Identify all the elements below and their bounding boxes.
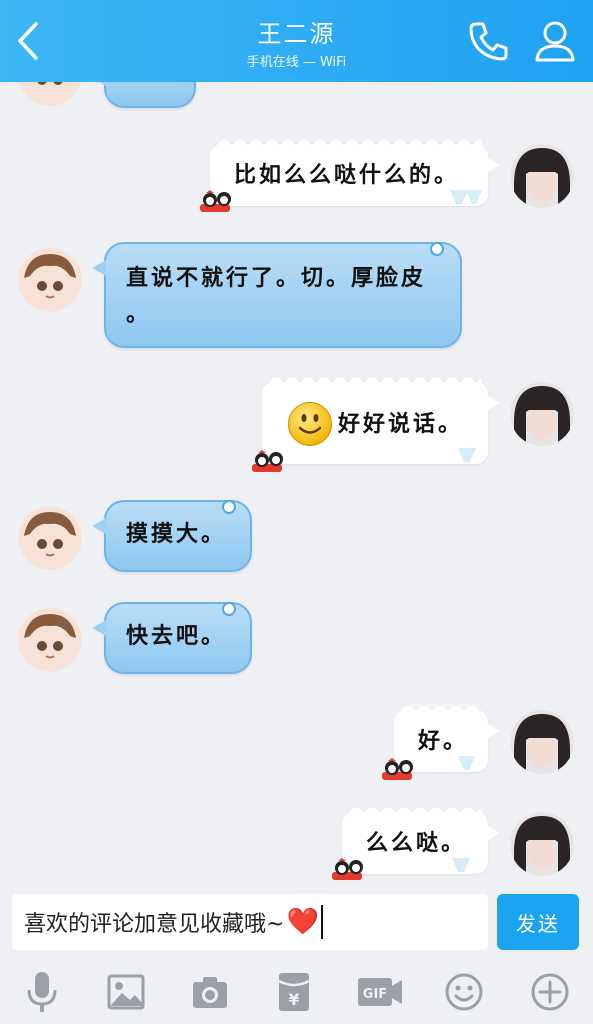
message-text: 么么哒。	[366, 830, 467, 856]
message-input-text: 喜欢的评论加意见收藏哦~	[24, 912, 285, 937]
emoji-icon	[445, 973, 483, 1011]
avatar-contact[interactable]	[18, 506, 82, 570]
avatar-self[interactable]	[510, 710, 574, 774]
message-bubble-left[interactable]	[92, 82, 196, 108]
call-button[interactable]	[466, 18, 512, 64]
message-text: 比如么么哒什么的。	[234, 162, 460, 188]
message-text: 好好说话。	[338, 411, 464, 437]
person-icon	[535, 21, 575, 62]
red-packet-button[interactable]: ¥	[270, 968, 318, 1016]
message-bubble-left[interactable]: 直说不就行了。切。厚脸皮 。	[92, 242, 462, 348]
message-list[interactable]: 比如么么哒什么的。 直说不就行了。切。厚脸皮 。 好好说话。 摸摸大。 快去吧。…	[0, 82, 593, 890]
message-bubble-right[interactable]: 好好说话。	[262, 376, 500, 464]
phone-icon	[469, 22, 508, 61]
penguin-sled-icon	[200, 190, 231, 212]
text-caret	[320, 905, 323, 939]
message-input[interactable]: 喜欢的评论加意见收藏哦~ ❤️	[12, 894, 488, 950]
message-text: 好。	[418, 728, 469, 754]
voice-button[interactable]	[18, 968, 66, 1016]
message-text: 快去吧。	[126, 623, 227, 649]
message-text-continued: 。	[126, 301, 152, 327]
image-button[interactable]	[102, 968, 150, 1016]
penguin-sled-icon	[332, 858, 363, 880]
avatar-contact[interactable]	[18, 82, 82, 106]
penguin-sled-icon	[382, 758, 413, 780]
heart-emoji: ❤️	[286, 907, 319, 937]
message-bubble-right[interactable]: 比如么么哒什么的。	[210, 138, 500, 206]
message-bubble-left[interactable]: 快去吧。	[92, 602, 252, 674]
camera-button[interactable]	[186, 968, 234, 1016]
camera-icon	[193, 977, 227, 1008]
send-button[interactable]: 发送	[497, 894, 579, 950]
red-packet-icon: ¥	[278, 973, 310, 1011]
avatar-self[interactable]	[510, 144, 574, 208]
gif-icon: GIF	[358, 978, 402, 1006]
microphone-icon	[27, 972, 57, 1012]
message-text: 摸摸大。	[126, 521, 227, 547]
svg-text:¥: ¥	[288, 990, 299, 1009]
avatar-contact[interactable]	[18, 608, 82, 672]
smiley-emoji-icon	[288, 402, 332, 446]
avatar-contact[interactable]	[18, 248, 82, 312]
input-toolbar: ¥ GIF	[0, 960, 593, 1024]
more-button[interactable]	[526, 968, 574, 1016]
svg-text:GIF: GIF	[363, 987, 387, 1002]
plus-icon	[531, 973, 569, 1011]
message-bubble-left[interactable]: 摸摸大。	[92, 500, 252, 572]
composer: 喜欢的评论加意见收藏哦~ ❤️ 发送	[0, 890, 593, 960]
emoji-button[interactable]	[440, 968, 488, 1016]
message-text: 直说不就行了。切。厚脸皮	[126, 265, 427, 291]
chat-header: 王二源 手机在线 — WiFi	[0, 0, 593, 82]
gif-button[interactable]: GIF	[354, 968, 406, 1016]
avatar-self[interactable]	[510, 382, 574, 446]
contact-profile-button[interactable]	[530, 16, 580, 66]
penguin-sled-icon	[252, 450, 283, 472]
avatar-self[interactable]	[510, 812, 574, 876]
image-icon	[107, 974, 145, 1010]
